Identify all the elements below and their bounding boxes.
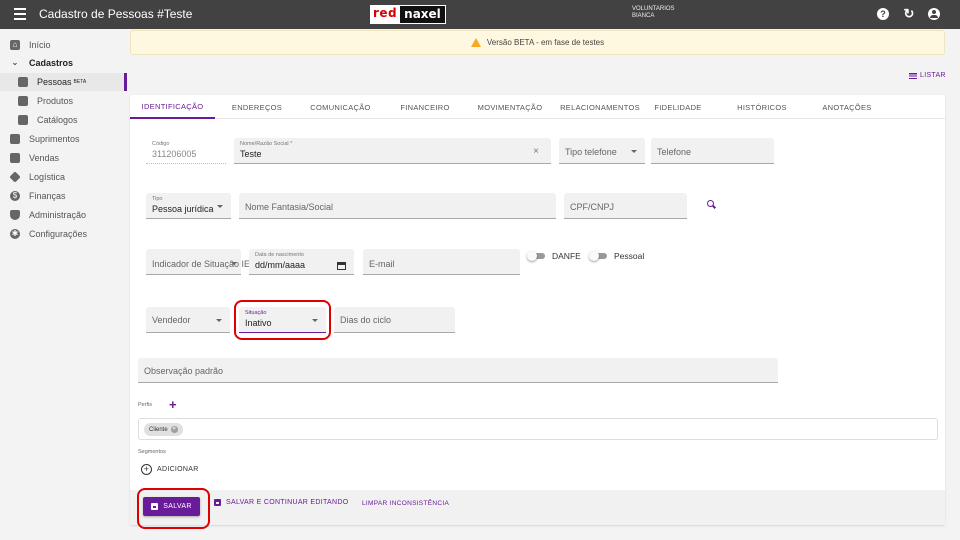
observacao-padrao-field[interactable]: Observação padrão [138,358,778,383]
indicador-situacao-ie-select[interactable]: Indicador de Situação IE [146,249,250,275]
pessoal-toggle[interactable]: Pessoal [589,249,644,263]
danfe-toggle[interactable]: DANFE [527,249,581,263]
people-icon [18,77,28,87]
dias-ciclo-field[interactable]: Dias do ciclo [334,307,455,333]
search-icon[interactable] [707,200,715,208]
perfis-label: Perfis [138,402,153,408]
top-app-bar: Cadastro de Pessoas #Teste red naxel VOLU… [0,0,960,29]
add-circle-icon: + [141,464,152,475]
sidebar-item-vendas[interactable]: Vendas [0,149,125,167]
data-nascimento-field[interactable]: Data de nascimento dd/mm/aaaa [249,249,354,275]
brand-logo: red naxel [370,5,446,24]
warning-icon [470,38,481,47]
page-title: Cadastro de Pessoas #Teste [39,7,193,21]
list-button[interactable]: LISTAR [909,72,946,79]
adicionar-segmento-button[interactable]: + ADICIONAR [141,464,199,475]
salvar-highlight [137,488,210,529]
cart-icon [10,153,20,163]
tab-financeiro[interactable]: FINANCEIRO [388,95,462,119]
sidebar-item-cadastros[interactable]: ⌄ Cadastros [0,54,125,72]
sidebar-item-suprimentos[interactable]: Suprimentos [0,130,125,148]
tipo-select[interactable]: Tipo Pessoa jurídica [146,193,231,219]
sidebar: ⌂ Início ⌄ Cadastros Pessoas BETA Produtos … [0,29,127,540]
dropdown-arrow-icon [217,205,223,208]
sidebar-item-configuracoes[interactable]: ✱ Configurações [0,225,125,243]
add-perfil-icon[interactable]: + [169,398,177,411]
tab-enderecos[interactable]: ENDEREÇOS [222,95,292,119]
dropdown-arrow-icon [631,150,637,153]
save-icon [214,499,221,506]
tab-movimentacao[interactable]: MOVIMENTAÇÃO [469,95,551,119]
codigo-field: Código 311206005 [146,138,226,164]
telefone-field[interactable]: Telefone [651,138,774,164]
tab-historicos[interactable]: HISTÓRICOS [726,95,798,119]
tab-fidelidade[interactable]: FIDELIDADE [646,95,710,119]
dropdown-arrow-icon [231,262,237,265]
refresh-icon[interactable]: ↻ [903,7,915,20]
sidebar-item-catalogos[interactable]: Catálogos [0,111,125,129]
clear-icon[interactable]: × [533,146,539,157]
situacao-highlight [234,300,331,340]
tab-identificacao[interactable]: IDENTIFICAÇÃO [130,95,215,119]
sidebar-item-financas[interactable]: $ Finanças [0,187,125,205]
perfil-chip: Cliente ✕ [144,423,183,436]
sidebar-item-pessoas[interactable]: Pessoas BETA [0,73,127,91]
gear-icon: ✱ [10,229,20,239]
diamond-icon [9,171,21,183]
shield-icon [10,210,20,220]
tab-relacionamentos[interactable]: RELACIONAMENTOS [554,95,646,119]
nome-razao-social-field[interactable]: Nome/Razão Social * Teste × [234,138,551,164]
form-footer: SALVAR SALVAR E CONTINUAR EDITANDO LIMPA… [130,490,945,525]
list-icon [18,115,28,125]
user-info: VOLUNTARIOS BIANCA [632,6,675,19]
help-icon[interactable]: ? [877,8,889,20]
vendedor-select[interactable]: Vendedor [146,307,230,333]
home-icon: ⌂ [10,40,20,50]
nome-fantasia-field[interactable]: Nome Fantasia/Social [239,193,556,219]
tipo-telefone-select[interactable]: Tipo telefone [559,138,645,164]
email-field[interactable]: E-mail [363,249,520,275]
account-icon[interactable] [928,8,940,20]
segmentos-label: Segmentos [138,449,166,455]
remove-chip-icon[interactable]: ✕ [170,426,178,433]
calendar-icon[interactable] [337,262,346,270]
chevron-down-icon: ⌄ [11,58,19,67]
salvar-continuar-button[interactable]: SALVAR E CONTINUAR EDITANDO [214,499,348,506]
sidebar-item-produtos[interactable]: Produtos [0,92,125,110]
sidebar-item-administracao[interactable]: Administração [0,206,125,224]
briefcase-icon [10,134,20,144]
sidebar-item-inicio[interactable]: ⌂ Início [0,36,125,54]
beta-banner: Versão BETA - em fase de testes [130,30,945,55]
products-icon [18,96,28,106]
cpf-cnpj-field[interactable]: CPF/CNPJ [564,193,687,219]
sidebar-item-logistica[interactable]: Logística [0,168,125,186]
limpar-inconsistencia-button[interactable]: LIMPAR INCONSISTÊNCIA [362,500,449,507]
tab-comunicacao[interactable]: COMUNICAÇÃO [302,95,379,119]
tab-bar: IDENTIFICAÇÃO ENDEREÇOS COMUNICAÇÃO FINA… [130,95,945,119]
perfis-box[interactable]: Cliente ✕ [138,418,938,440]
dropdown-arrow-icon [216,319,222,322]
list-icon [909,72,917,79]
tab-anotacoes[interactable]: ANOTAÇÕES [813,95,881,119]
money-icon: $ [10,191,20,201]
hamburger-menu-icon[interactable] [14,8,26,20]
